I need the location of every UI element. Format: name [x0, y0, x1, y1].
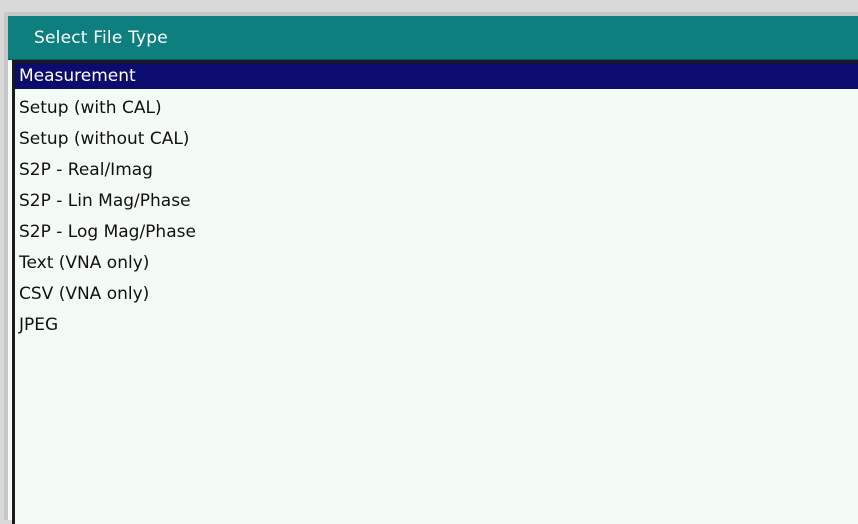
file-type-option-s2p-log-mag-phase[interactable]: S2P - Log Mag/Phase — [15, 217, 858, 248]
file-type-option-csv-vna-only[interactable]: CSV (VNA only) — [15, 279, 858, 310]
file-type-option-measurement[interactable]: Measurement — [15, 63, 858, 89]
file-type-option-s2p-lin-mag-phase[interactable]: S2P - Lin Mag/Phase — [15, 186, 858, 217]
file-type-options: Measurement Setup (with CAL) Setup (with… — [15, 63, 858, 341]
dialog-title-bar: Select File Type — [8, 16, 858, 60]
file-type-option-setup-without-cal[interactable]: Setup (without CAL) — [15, 124, 858, 155]
file-type-option-text-vna-only[interactable]: Text (VNA only) — [15, 248, 858, 279]
file-type-option-s2p-real-imag[interactable]: S2P - Real/Imag — [15, 155, 858, 186]
file-type-list[interactable]: Measurement Setup (with CAL) Setup (with… — [12, 60, 858, 524]
select-file-type-dialog: Select File Type Measurement Setup (with… — [4, 12, 858, 524]
dialog-title: Select File Type — [34, 28, 168, 48]
file-type-option-setup-with-cal[interactable]: Setup (with CAL) — [15, 93, 858, 124]
file-type-option-jpeg[interactable]: JPEG — [15, 310, 858, 341]
